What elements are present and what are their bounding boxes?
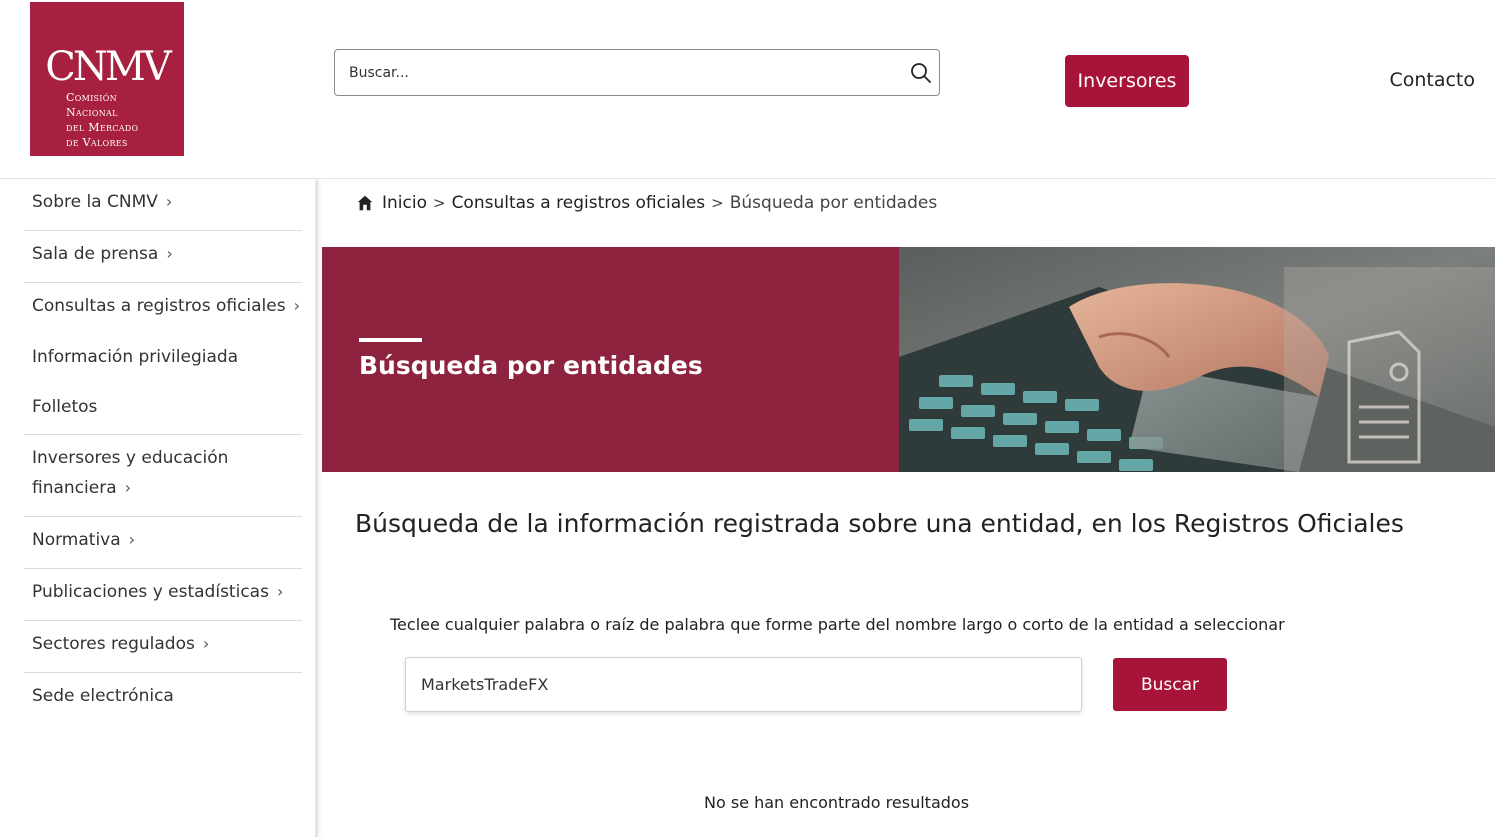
divider xyxy=(24,230,302,231)
sidebar-item-sobre-cnmv[interactable]: Sobre la CNMV › xyxy=(24,187,302,217)
hero-title: Búsqueda por entidades xyxy=(359,351,703,380)
search-icon[interactable] xyxy=(909,61,933,85)
sidebar-item-label: Folletos xyxy=(32,397,98,417)
breadcrumb-consultas-link[interactable]: Consultas a registros oficiales xyxy=(452,193,706,213)
divider xyxy=(24,516,302,517)
sidebar-item-informacion-privilegiada[interactable]: Información privilegiada xyxy=(24,342,302,372)
no-results-message: No se han encontrado resultados xyxy=(704,793,970,812)
chevron-right-icon: › xyxy=(293,296,300,315)
logo-abbr: CNMV xyxy=(45,44,171,90)
chevron-right-icon: › xyxy=(166,244,173,263)
logo-fullname: Comisión Nacional del Mercado de Valores xyxy=(66,90,138,150)
hero-accent-bar xyxy=(359,338,422,342)
sidebar-item-consultas-registros[interactable]: Consultas a registros oficiales › xyxy=(24,291,302,321)
site-header: CNMV Comisión Nacional del Mercado de Va… xyxy=(0,0,1495,179)
page-title: Búsqueda de la información registrada so… xyxy=(355,509,1404,538)
hero-banner: Búsqueda por entidades xyxy=(322,247,1495,472)
chevron-right-icon: › xyxy=(276,582,284,601)
sidebar-item-label: Información privilegiada xyxy=(32,347,239,367)
chevron-right-icon: › xyxy=(128,530,136,549)
search-input[interactable] xyxy=(349,62,889,84)
sidebar-item-folletos[interactable]: Folletos xyxy=(24,392,302,422)
buscar-button[interactable]: Buscar xyxy=(1113,658,1227,711)
sidebar-item-label: Consultas a registros oficiales xyxy=(32,296,286,316)
sidebar-item-label: Sectores regulados xyxy=(32,634,195,654)
sidebar-item-label: Sobre la CNMV xyxy=(32,192,158,212)
divider xyxy=(24,282,302,283)
sidebar-item-label: Sala de prensa xyxy=(32,244,159,264)
sidebar-item-publicaciones[interactable]: Publicaciones y estadísticas › xyxy=(24,577,302,607)
inversores-button[interactable]: Inversores xyxy=(1065,55,1189,107)
sidebar-item-label: Inversores y educación xyxy=(32,448,229,468)
chevron-right-icon: › xyxy=(202,634,210,653)
sidebar-item-sala-prensa[interactable]: Sala de prensa › xyxy=(24,239,302,269)
sidebar-item-inversores-educacion[interactable]: Inversores y educación financiera › xyxy=(24,443,302,503)
entity-search-input[interactable] xyxy=(405,657,1082,712)
sidebar-nav: Sobre la CNMV › Sala de prensa › Consultas… xyxy=(0,180,318,837)
contacto-link[interactable]: Contacto xyxy=(1389,69,1475,91)
sidebar-item-sede-electronica[interactable]: Sede electrónica xyxy=(24,681,302,711)
chevron-right-icon: › xyxy=(124,478,132,497)
site-search xyxy=(334,49,940,96)
search-instruction: Teclee cualquier palabra o raíz de palab… xyxy=(390,615,1285,634)
divider xyxy=(24,672,302,673)
sidebar-item-label: Normativa xyxy=(32,530,121,550)
home-icon[interactable] xyxy=(356,194,374,212)
logo-line: del Mercado xyxy=(66,121,139,134)
logo-line: Nacional xyxy=(66,106,118,119)
logo-line: de Valores xyxy=(66,136,128,149)
sidebar-item-sectores-regulados[interactable]: Sectores regulados › xyxy=(24,629,302,659)
breadcrumb-separator: > xyxy=(432,194,446,212)
cnmv-logo[interactable]: CNMV Comisión Nacional del Mercado de Va… xyxy=(30,2,184,156)
chevron-right-icon: › xyxy=(165,192,173,211)
sidebar-item-normativa[interactable]: Normativa › xyxy=(24,525,302,555)
breadcrumb-home-link[interactable]: Inicio xyxy=(382,193,427,213)
sidebar-item-label: financiera xyxy=(32,478,117,498)
divider xyxy=(24,434,302,435)
divider xyxy=(24,568,302,569)
breadcrumb-separator: > xyxy=(711,194,724,212)
breadcrumb-current: Búsqueda por entidades xyxy=(729,193,938,213)
sidebar-item-label: Sede electrónica xyxy=(32,686,174,706)
laptop-hand-image xyxy=(899,247,1495,472)
breadcrumb: Inicio > Consultas a registros oficiales… xyxy=(356,193,937,213)
sidebar-item-label: Publicaciones y estadísticas xyxy=(32,582,269,602)
logo-line: Comisión xyxy=(66,91,117,104)
hero-text-panel: Búsqueda por entidades xyxy=(322,247,899,472)
divider xyxy=(24,620,302,621)
